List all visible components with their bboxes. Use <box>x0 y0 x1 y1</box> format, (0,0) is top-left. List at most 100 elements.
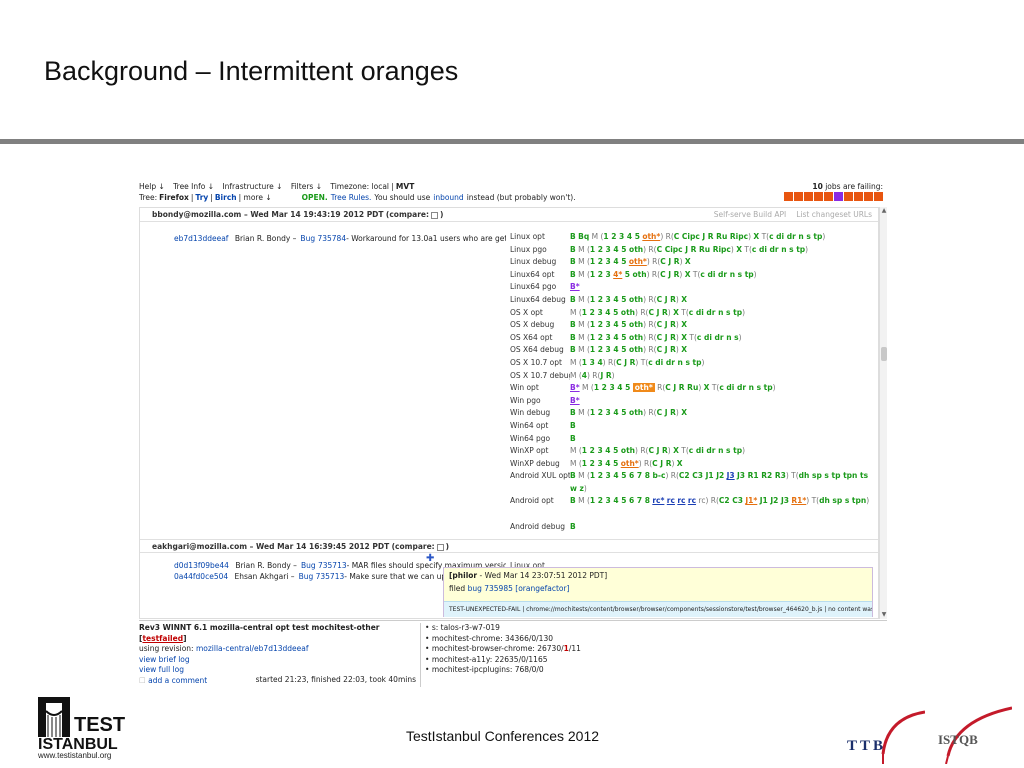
tree-bar: Tree: Firefox | Try | Birch | more ↓ OPEN. Tree … <box>139 193 576 202</box>
menu-tree-info[interactable]: Tree Info ↓ <box>173 182 214 191</box>
orangefactor-tag[interactable]: [orangefactor] <box>515 584 569 593</box>
tbpl-screenshot: Help ↓ Tree Info ↓ Infrastructure ↓ Filt… <box>139 180 887 688</box>
platform-column: Linux opt Linux pgo Linux debug Linux64 opt… <box>510 231 570 533</box>
platform-label: Android debug <box>510 521 566 531</box>
pushes-pane: bbondy@mozilla.com – Wed Mar 14 19:43:19… <box>139 207 879 619</box>
timezone-label: Timezone: local | MVT <box>330 182 415 191</box>
job-results: B Bq M (1 2 3 4 5 oth*) R(C Cipc J R Ru … <box>570 232 870 531</box>
bug-link-3[interactable]: Bug 735713 <box>299 572 345 581</box>
platform-label: Win64 pgo <box>510 433 551 443</box>
platform-label-spacer <box>510 508 570 521</box>
compare-checkbox[interactable] <box>430 211 438 219</box>
menu-filters[interactable]: Filters ↓ <box>291 182 322 191</box>
pane-scrollbar[interactable]: ▲ ▼ <box>879 207 887 619</box>
job-timing: started 21:23, finished 22:03, took 40mi… <box>255 674 416 684</box>
platform-label: Win opt <box>510 383 539 393</box>
istqb-logo: ISTQB <box>938 706 1012 764</box>
self-serve-link[interactable]: Self-serve Build API <box>714 210 787 219</box>
platform-label: Android XUL opt <box>510 471 570 481</box>
revision-hash-link-3[interactable]: 0a44fd0ce504 <box>174 572 228 581</box>
platform-label: Android opt <box>510 496 554 506</box>
title-rule <box>0 139 1024 144</box>
scroll-up-icon[interactable]: ▲ <box>880 207 888 215</box>
timezone-value[interactable]: MVT <box>396 182 414 191</box>
stat-chrome: mochitest-chrome: 34366/0/130 <box>425 634 875 645</box>
platform-label: Win pgo <box>510 395 541 405</box>
svg-text:ISTQB: ISTQB <box>938 732 978 747</box>
platform-label: Linux debug <box>510 257 557 267</box>
using-revision-link[interactable]: mozilla-central/eb7d13ddeeaf <box>196 644 309 653</box>
selected-job[interactable]: oth* <box>632 383 655 393</box>
failure-summary: TEST-UNEXPECTED-FAIL | chrome://mochites… <box>444 601 872 617</box>
platform-label: Linux64 debug <box>510 294 566 304</box>
platform-label: WinXP opt <box>510 446 549 456</box>
footer-text: TestIstanbul Conferences 2012 <box>406 728 600 744</box>
ttb-logo: TTB <box>847 710 925 764</box>
menu-infrastructure[interactable]: Infrastructure ↓ <box>222 182 282 191</box>
scrollbar-thumb[interactable] <box>881 347 887 361</box>
job-stats: s: talos-r3-w7-019 mochitest-chrome: 343… <box>425 623 875 676</box>
annotation-bug-link[interactable]: bug 735985 <box>468 584 513 593</box>
top-menu-bar: Help ↓ Tree Info ↓ Infrastructure ↓ Filt… <box>139 182 887 192</box>
job-annotation-popup: ✚ [philor - Wed Mar 14 23:07:51 2012 PDT… <box>426 553 873 617</box>
comment-icon: ☐ <box>139 675 146 685</box>
platform-label: Linux opt <box>510 232 545 241</box>
platform-label: WinXP debug <box>510 458 560 468</box>
svg-text:TEST: TEST <box>74 714 125 736</box>
platform-label: OS X 10.7 debug <box>510 370 570 380</box>
push-header: bbondy@mozilla.com – Wed Mar 14 19:43:19… <box>140 208 878 222</box>
bug-link-2[interactable]: Bug 735713 <box>301 561 347 570</box>
job-title: Rev3 WINNT 6.1 mozilla-central opt test … <box>139 623 380 632</box>
job-summary: Rev3 WINNT 6.1 mozilla-central opt test … <box>139 623 421 687</box>
svg-text:TTB: TTB <box>847 738 886 754</box>
failing-job-swatch[interactable] <box>854 192 863 201</box>
compare-checkbox-2[interactable] <box>436 543 444 551</box>
platform-label: OS X debug <box>510 320 555 330</box>
failing-job-swatch[interactable] <box>814 192 823 201</box>
inbound-link[interactable]: inbound <box>433 193 463 202</box>
failing-job-swatch[interactable] <box>804 192 813 201</box>
platform-label: OS X 10.7 opt <box>510 357 562 367</box>
bug-link[interactable]: Bug 735784 <box>300 234 346 243</box>
failing-job-swatch[interactable] <box>834 192 843 201</box>
platform-label: OS X64 opt <box>510 332 553 342</box>
revision-row: eb7d13ddeeaf Brian R. Bondy – Bug 735784-… <box>174 234 506 243</box>
platform-label: Linux64 pgo <box>510 282 557 292</box>
job-details-panel: Rev3 WINNT 6.1 mozilla-central opt test … <box>139 620 887 687</box>
platform-label: Win debug <box>510 408 551 418</box>
platform-label: Win64 opt <box>510 420 549 430</box>
revision-hash-link[interactable]: eb7d13ddeeaf <box>174 234 228 243</box>
slide-title: Background – Intermittent oranges <box>44 56 459 86</box>
failing-job-swatch[interactable] <box>824 192 833 201</box>
stat-a11y: mochitest-a11y: 22635/0/1165 <box>425 655 875 666</box>
push-header-2: eakhgari@mozilla.com – Wed Mar 14 16:39:… <box>140 539 878 553</box>
tree-firefox[interactable]: Firefox <box>159 193 189 202</box>
scroll-down-icon[interactable]: ▼ <box>880 611 888 619</box>
tree-try-link[interactable]: Try <box>195 193 208 202</box>
job-status[interactable]: testfailed <box>142 634 183 643</box>
failing-job-swatch[interactable] <box>874 192 883 201</box>
tree-birch-link[interactable]: Birch <box>215 193 237 202</box>
platform-label-spacer <box>510 483 570 496</box>
plus-icon[interactable]: ✚ <box>426 553 434 564</box>
slave-line: s: talos-r3-w7-019 <box>425 623 875 634</box>
tree-status: OPEN. <box>301 193 328 202</box>
changeset-urls-link[interactable]: List changeset URLs <box>796 210 872 219</box>
failing-job-swatch[interactable] <box>864 192 873 201</box>
add-comment-link[interactable]: add a comment <box>148 676 207 685</box>
tree-rules-link[interactable]: Tree Rules. <box>331 193 372 202</box>
failing-jobs-summary: 10 jobs are failing: <box>812 182 883 191</box>
view-brief-log-link[interactable]: view brief log <box>139 655 420 666</box>
platform-label: Linux pgo <box>510 244 547 254</box>
failing-job-swatch[interactable] <box>844 192 853 201</box>
platform-label: OS X64 debug <box>510 345 564 355</box>
stat-browser-chrome: mochitest-browser-chrome: 26730/1/11 <box>425 644 875 655</box>
menu-help[interactable]: Help ↓ <box>139 182 165 191</box>
annotation-user: [philor <box>449 571 478 580</box>
testistanbul-url: www.testistanbul.org <box>38 751 112 760</box>
stat-ipcplugins: mochitest-ipcplugins: 768/0/0 <box>425 665 875 676</box>
platform-label: OS X opt <box>510 307 543 317</box>
tree-more-menu[interactable]: | more ↓ <box>239 193 272 202</box>
revision-hash-link-2[interactable]: d0d13f09be44 <box>174 561 229 570</box>
platform-label: Linux64 opt <box>510 269 555 279</box>
